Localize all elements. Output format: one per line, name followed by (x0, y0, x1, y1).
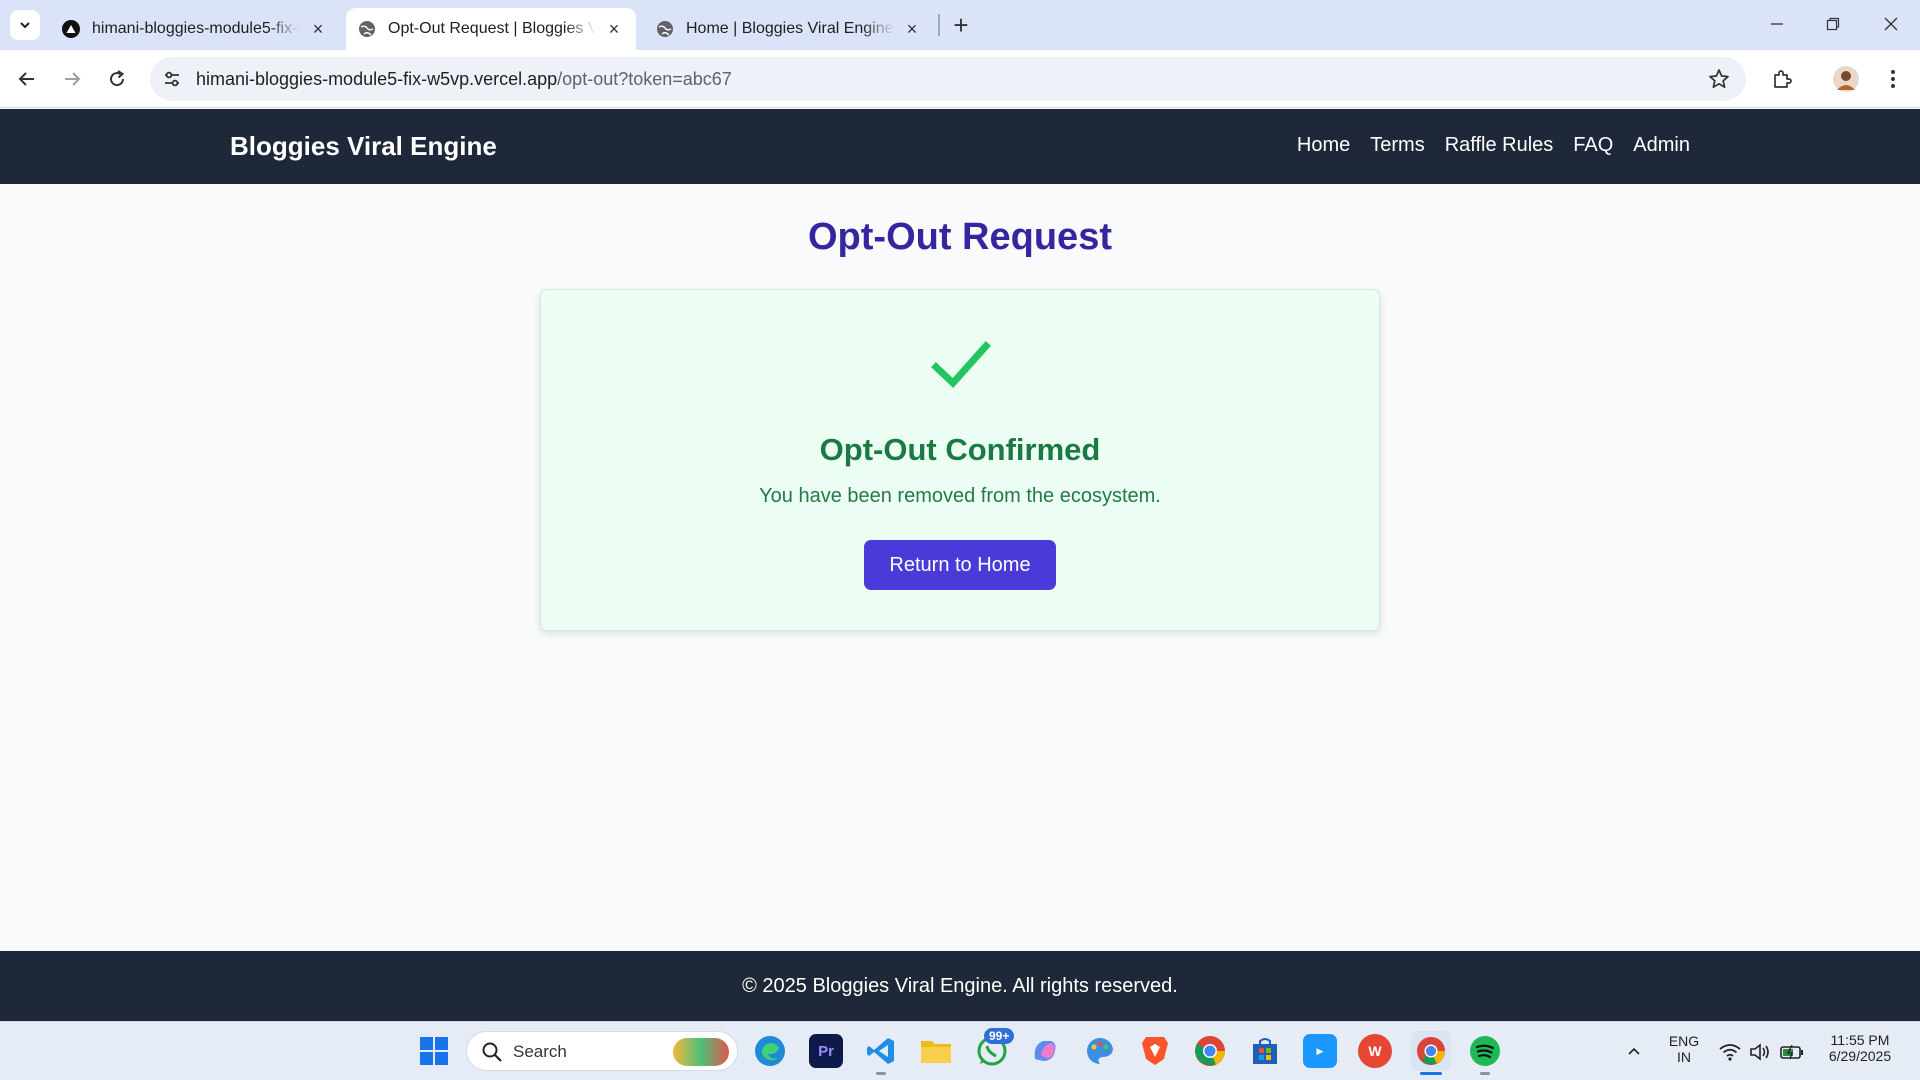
url-host: himani-bloggies-module5-fix-w5vp.vercel.… (196, 69, 558, 89)
premiere-pro-icon[interactable]: Pr (809, 1034, 843, 1068)
active-app-indicator (1420, 1072, 1442, 1075)
taskbar-search[interactable]: Search (466, 1031, 738, 1071)
microsoft-store-icon[interactable] (1248, 1034, 1282, 1068)
url-text[interactable]: himani-bloggies-module5-fix-w5vp.vercel.… (196, 69, 732, 90)
tab-vercel[interactable]: himani-bloggies-module5-fix-w5vp × (50, 8, 340, 50)
nav-link-faq[interactable]: FAQ (1573, 134, 1613, 157)
minimize-icon (1771, 23, 1783, 25)
site-brand[interactable]: Bloggies Viral Engine (230, 131, 497, 162)
globe-icon (358, 20, 376, 38)
clock-date: 6/29/2025 (1828, 1048, 1892, 1064)
tab-title: Home | Bloggies Viral Engine (686, 20, 894, 37)
tab-search-button[interactable] (10, 10, 40, 40)
search-placeholder: Search (513, 1042, 567, 1061)
tab-title: Opt-Out Request | Bloggies Viral Engine (388, 20, 596, 37)
tab-divider (938, 14, 940, 36)
profile-avatar[interactable] (1830, 63, 1862, 95)
site-settings-icon[interactable] (160, 67, 184, 91)
close-icon[interactable]: × (902, 19, 922, 39)
vscode-icon[interactable] (864, 1034, 898, 1068)
windows-taskbar: Search Pr 99+ ▶ W ENG IN 11:55 PM 6/29/2… (0, 1021, 1920, 1080)
window-close-button[interactable] (1868, 0, 1914, 48)
battery-icon[interactable] (1780, 1040, 1804, 1064)
new-tab-button[interactable]: + (946, 10, 976, 40)
browser-tab-bar: himani-bloggies-module5-fix-w5vp × Opt-O… (0, 0, 1920, 50)
confirmation-card: Opt-Out Confirmed You have been removed … (540, 289, 1380, 631)
tab-home[interactable]: Home | Bloggies Viral Engine × (644, 8, 934, 50)
reload-button[interactable] (101, 63, 133, 95)
chevron-up-icon[interactable] (1622, 1040, 1646, 1064)
site-header: Bloggies Viral Engine Home Terms Raffle … (0, 109, 1920, 184)
nav-link-admin[interactable]: Admin (1633, 134, 1690, 157)
checkmark-icon (931, 341, 991, 389)
extensions-icon[interactable] (1766, 63, 1798, 95)
close-icon (1884, 17, 1898, 31)
forward-button[interactable] (56, 63, 88, 95)
prime-video-icon[interactable]: ▶ (1303, 1034, 1337, 1068)
wps-office-icon[interactable]: W (1358, 1034, 1392, 1068)
wifi-icon[interactable] (1718, 1040, 1742, 1064)
search-highlight-image (673, 1038, 729, 1066)
clock-time: 11:55 PM (1830, 1032, 1890, 1048)
browser-menu-icon[interactable] (1877, 63, 1909, 95)
file-explorer-icon[interactable] (919, 1034, 953, 1068)
copyright-text: © 2025 Bloggies Viral Engine. All rights… (742, 975, 1178, 997)
nav-link-raffle-rules[interactable]: Raffle Rules (1445, 134, 1554, 157)
page-title: Opt-Out Request (808, 216, 1112, 258)
chrome-icon[interactable] (1193, 1034, 1227, 1068)
url-path: /opt-out?token=abc67 (557, 69, 732, 89)
region-code: IN (1677, 1049, 1691, 1065)
vercel-icon (62, 20, 80, 38)
site-nav: Home Terms Raffle Rules FAQ Admin (1297, 134, 1690, 157)
restore-button[interactable] (1810, 0, 1856, 48)
brave-icon[interactable] (1138, 1034, 1172, 1068)
copilot-icon[interactable] (1028, 1034, 1062, 1068)
clock[interactable]: 11:55 PM 6/29/2025 (1820, 1032, 1900, 1064)
tab-title: himani-bloggies-module5-fix-w5vp (92, 20, 300, 37)
close-icon[interactable]: × (308, 19, 328, 39)
arrow-left-icon (18, 72, 34, 86)
reload-icon (110, 70, 125, 87)
paint-icon[interactable] (1083, 1034, 1117, 1068)
restore-icon (1826, 17, 1840, 31)
globe-icon (656, 20, 674, 38)
address-bar[interactable]: himani-bloggies-module5-fix-w5vp.vercel.… (150, 57, 1746, 101)
language-code: ENG (1668, 1033, 1700, 1049)
spotify-icon[interactable] (1468, 1034, 1502, 1068)
volume-icon[interactable] (1748, 1040, 1772, 1064)
bookmark-star-icon[interactable] (1706, 66, 1732, 92)
arrow-right-icon (65, 72, 81, 86)
notification-badge: 99+ (984, 1028, 1015, 1044)
minimize-button[interactable] (1754, 0, 1800, 48)
confirmation-message: You have been removed from the ecosystem… (759, 485, 1161, 507)
chevron-down-icon (20, 22, 30, 29)
browser-toolbar: himani-bloggies-module5-fix-w5vp.vercel.… (0, 50, 1920, 108)
confirmation-heading: Opt-Out Confirmed (819, 432, 1101, 467)
tab-opt-out-request[interactable]: Opt-Out Request | Bloggies Viral Engine … (346, 8, 636, 50)
nav-link-home[interactable]: Home (1297, 134, 1350, 157)
edge-icon[interactable] (753, 1034, 787, 1068)
chrome-profile-icon[interactable] (1411, 1031, 1451, 1071)
windows-start-icon[interactable] (417, 1034, 451, 1068)
return-home-button[interactable]: Return to Home (864, 540, 1056, 590)
close-icon[interactable]: × (604, 19, 624, 39)
site-footer: © 2025 Bloggies Viral Engine. All rights… (0, 951, 1920, 1021)
search-icon (482, 1042, 502, 1062)
running-indicator (876, 1072, 886, 1075)
nav-link-terms[interactable]: Terms (1370, 134, 1424, 157)
language-indicator[interactable]: ENG IN (1666, 1033, 1702, 1065)
back-button[interactable] (11, 63, 43, 95)
running-indicator (1480, 1072, 1490, 1075)
